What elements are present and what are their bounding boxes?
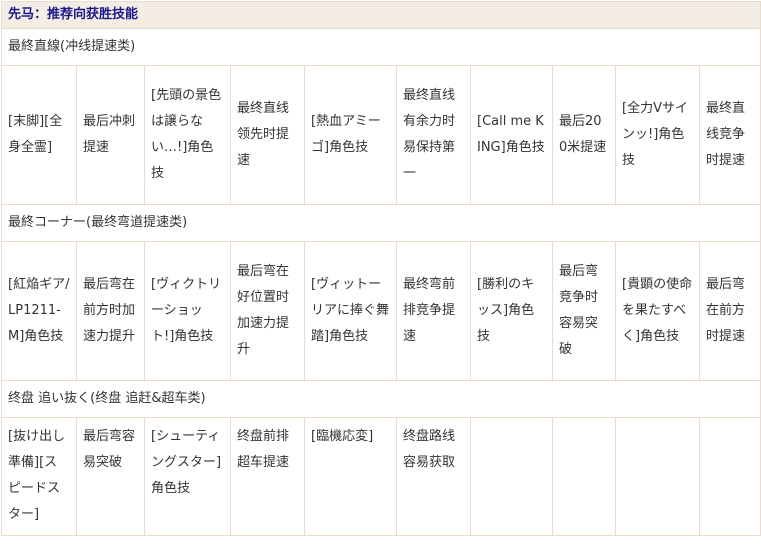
skill-cell: 最后冲刺提速: [76, 65, 145, 205]
skill-cell: [臨機応変]: [304, 417, 397, 536]
skills-table: 先马：推荐向获胜技能 最終直線(冲线提速类) [末脚][全身全霊] 最后冲刺提速…: [0, 1, 761, 536]
skill-cell: [勝利のキッス]角色技: [470, 241, 553, 381]
skill-cell: [シューティングスター]角色技: [144, 417, 231, 536]
section-header: 最終コーナー(最终弯道提速类): [0, 204, 761, 242]
skill-cell: 最后弯在前方时提速: [698, 241, 761, 381]
skill-cell: [末脚][全身全霊]: [1, 65, 77, 205]
skill-cell: 最终直线有余力时易保持第一: [396, 65, 471, 205]
skill-cell: 最后弯容易突破: [76, 417, 145, 536]
section-header: 终盘 追い抜く(终盘 追赶&超车类): [0, 380, 761, 418]
skill-cell: [抜け出し準備][スピードスター]: [1, 417, 77, 536]
skill-cell: [紅焔ギア/LP1211-M]角色技: [1, 241, 77, 381]
skill-cell: [熱血アミーゴ]角色技: [304, 65, 397, 205]
skill-cell: [貴顕の使命を果たすべく]角色技: [615, 241, 700, 381]
skill-cell: [ヴィクトリーショット!]角色技: [144, 241, 231, 381]
skill-cell: 最后200米提速: [552, 65, 616, 205]
skill-cell: 最终直线竞争时提速: [698, 65, 761, 205]
empty-cell: [470, 417, 553, 536]
skill-cell: [ヴィットーリアに捧ぐ舞踏]角色技: [304, 241, 397, 381]
skill-cell: [全力Vサインッ!]角色技: [615, 65, 700, 205]
empty-cell: [615, 417, 700, 536]
page-title: 先马：推荐向获胜技能: [0, 1, 761, 29]
section-header: 最終直線(冲线提速类): [0, 28, 761, 66]
skill-cell: [Call me KING]角色技: [470, 65, 553, 205]
skill-cell: 最后弯在好位置时加速力提升: [230, 241, 305, 381]
skill-cell: [先頭の景色は譲らない…!]角色技: [144, 65, 231, 205]
empty-cell: [552, 417, 616, 536]
skill-cell: 终盘前排超车提速: [230, 417, 305, 536]
skill-cell: 终盘路线容易获取: [396, 417, 471, 536]
skill-cell: 最后弯竞争时容易突破: [552, 241, 616, 381]
skill-cell: 最终直线领先时提速: [230, 65, 305, 205]
skill-cell: 最终弯前排竞争提速: [396, 241, 471, 381]
empty-cell: [698, 417, 761, 536]
skill-cell: 最后弯在前方时加速力提升: [76, 241, 145, 381]
